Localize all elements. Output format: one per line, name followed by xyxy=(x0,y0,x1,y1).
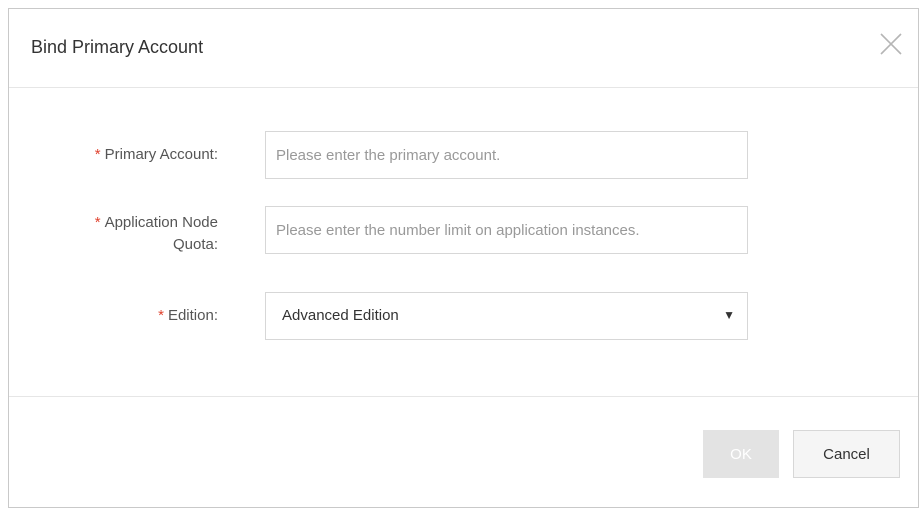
bind-primary-account-dialog: Bind Primary Account *Primary Account: *… xyxy=(8,8,919,508)
edition-select[interactable]: Advanced Edition ▼ xyxy=(265,292,748,340)
edition-selected-value: Advanced Edition xyxy=(282,307,399,324)
chevron-down-icon: ▼ xyxy=(723,308,735,322)
app-node-quota-label: * Application Node Quota: xyxy=(94,214,218,253)
app-node-quota-input[interactable] xyxy=(265,206,748,254)
ok-button[interactable]: OK xyxy=(703,430,779,478)
primary-account-input[interactable] xyxy=(265,131,748,179)
required-mark: * xyxy=(94,214,101,231)
dialog-header: Bind Primary Account xyxy=(9,9,918,88)
edition-label: * Edition: xyxy=(158,307,218,324)
required-mark: * xyxy=(158,307,164,324)
primary-account-label: * Primary Account: xyxy=(94,146,218,163)
dialog-title: Bind Primary Account xyxy=(31,37,204,57)
close-icon[interactable] xyxy=(878,31,904,57)
cancel-button[interactable]: Cancel xyxy=(793,430,900,478)
dialog-footer: OK Cancel xyxy=(9,396,918,507)
required-mark: * xyxy=(94,146,101,163)
